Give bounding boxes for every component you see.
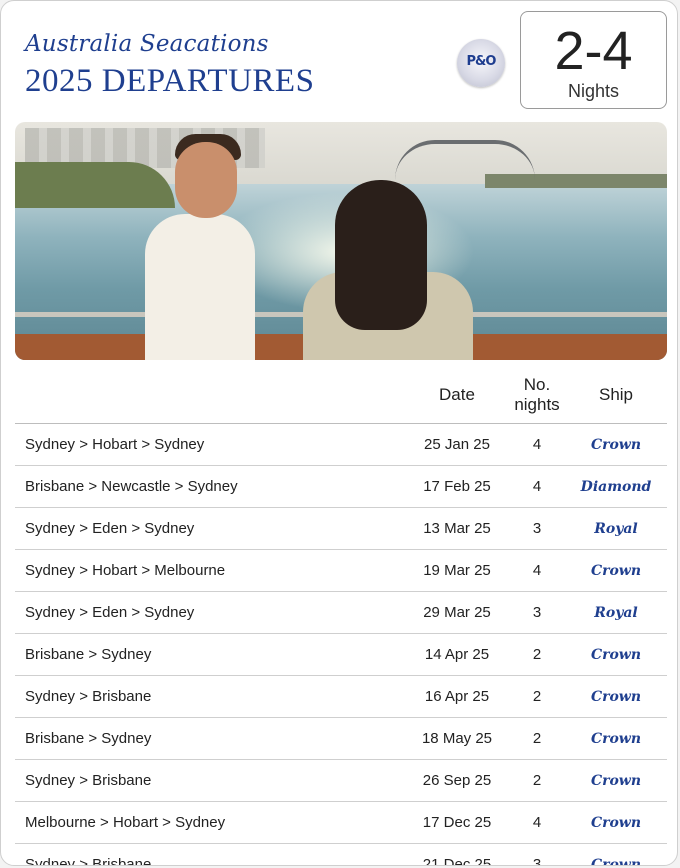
table-row: Brisbane > Newcastle > Sydney 17 Feb 25 … [15,465,667,508]
date-cell: 17 Dec 25 [405,801,509,844]
date-cell: 17 Feb 25 [405,465,509,508]
page-title: 2025 DEPARTURES [25,63,315,99]
nights-cell: 2 [509,675,565,718]
nights-range: 2-4 [554,21,633,81]
nights-cell: 3 [509,591,565,634]
ship-cell: Crown [565,423,667,466]
route-cell: Melbourne > Hobart > Sydney [15,801,405,844]
table-row: Sydney > Brisbane 16 Apr 25 2 Crown [15,675,667,718]
table-row: Sydney > Brisbane 26 Sep 25 2 Crown [15,759,667,802]
nights-label: Nights [567,81,620,101]
departures-card: Australia Seacations 2025 DEPARTURES P&O… [0,0,678,866]
date-cell: 13 Mar 25 [405,507,509,550]
date-cell: 21 Dec 25 [422,856,492,866]
nights-cell: 3 [532,856,542,866]
table-row: Melbourne > Hobart > Sydney 17 Dec 25 4 … [15,801,667,844]
table-row: Sydney > Eden > Sydney 13 Mar 25 3 Royal [15,507,667,550]
nights-cell: 4 [509,801,565,844]
date-column-header: Date [405,367,509,424]
ship-cell: Crown [565,717,667,760]
photo-woman-hair [335,180,427,330]
route-cell: Sydney > Eden > Sydney [15,507,405,550]
photo-harbour-bridge [395,140,535,180]
ship-cell: Crown [590,856,642,866]
table-row: Brisbane > Sydney 18 May 25 2 Crown [15,717,667,760]
photo-shore [15,162,175,208]
date-cell: 29 Mar 25 [405,591,509,634]
nights-cell: 2 [509,759,565,802]
cruise-line-logo: P&O [457,39,505,87]
table-row: Sydney > Hobart > Sydney 25 Jan 25 4 Cro… [15,423,667,466]
nights-cell: 2 [509,633,565,676]
nights-cell: 4 [509,549,565,592]
route-cell: Sydney > Brisbane [15,675,405,718]
route-cell: Brisbane > Newcastle > Sydney [15,465,405,508]
route-cell: Sydney > Brisbane [25,856,152,866]
route-cell: Sydney > Hobart > Melbourne [15,549,405,592]
photo-man [145,214,255,360]
ship-cell: Crown [565,633,667,676]
departures-table: Date No. nights Ship Sydney > Hobart > S… [15,367,667,866]
ship-cell: Royal [565,507,667,550]
nights-badge: 2-4 Nights [520,11,667,109]
route-cell: Brisbane > Sydney [15,633,405,676]
table-row: Sydney > Hobart > Melbourne 19 Mar 25 4 … [15,549,667,592]
nights-cell: 4 [509,465,565,508]
logo-text: P&O [466,54,497,69]
date-cell: 14 Apr 25 [405,633,509,676]
nights-cell: 2 [509,717,565,760]
table-row: Brisbane > Sydney 14 Apr 25 2 Crown [15,633,667,676]
ship-cell: Crown [565,549,667,592]
cruise-photo [15,122,667,360]
route-cell: Sydney > Hobart > Sydney [15,423,405,466]
photo-man-head [175,142,237,218]
route-cell: Sydney > Eden > Sydney [15,591,405,634]
date-cell: 18 May 25 [405,717,509,760]
ship-cell: Crown [565,675,667,718]
date-cell: 25 Jan 25 [405,423,509,466]
date-cell: 19 Mar 25 [405,549,509,592]
table-row: Sydney > Brisbane 21 Dec 25 3 Crown [15,844,667,866]
table-header-row: Date No. nights Ship [15,367,667,424]
nights-column-header: No. nights [509,367,565,424]
ship-cell: Diamond [565,465,667,508]
date-cell: 26 Sep 25 [405,759,509,802]
ship-cell: Royal [565,591,667,634]
route-cell: Sydney > Brisbane [15,759,405,802]
brand-subtitle: Australia Seacations [25,31,269,57]
ship-cell: Crown [565,759,667,802]
table-row: Sydney > Eden > Sydney 29 Mar 25 3 Royal [15,591,667,634]
nights-cell: 4 [509,423,565,466]
nights-cell: 3 [509,507,565,550]
ship-cell: Crown [565,801,667,844]
date-cell: 16 Apr 25 [405,675,509,718]
route-column-header [15,367,405,424]
ship-column-header: Ship [565,367,667,424]
route-cell: Brisbane > Sydney [15,717,405,760]
